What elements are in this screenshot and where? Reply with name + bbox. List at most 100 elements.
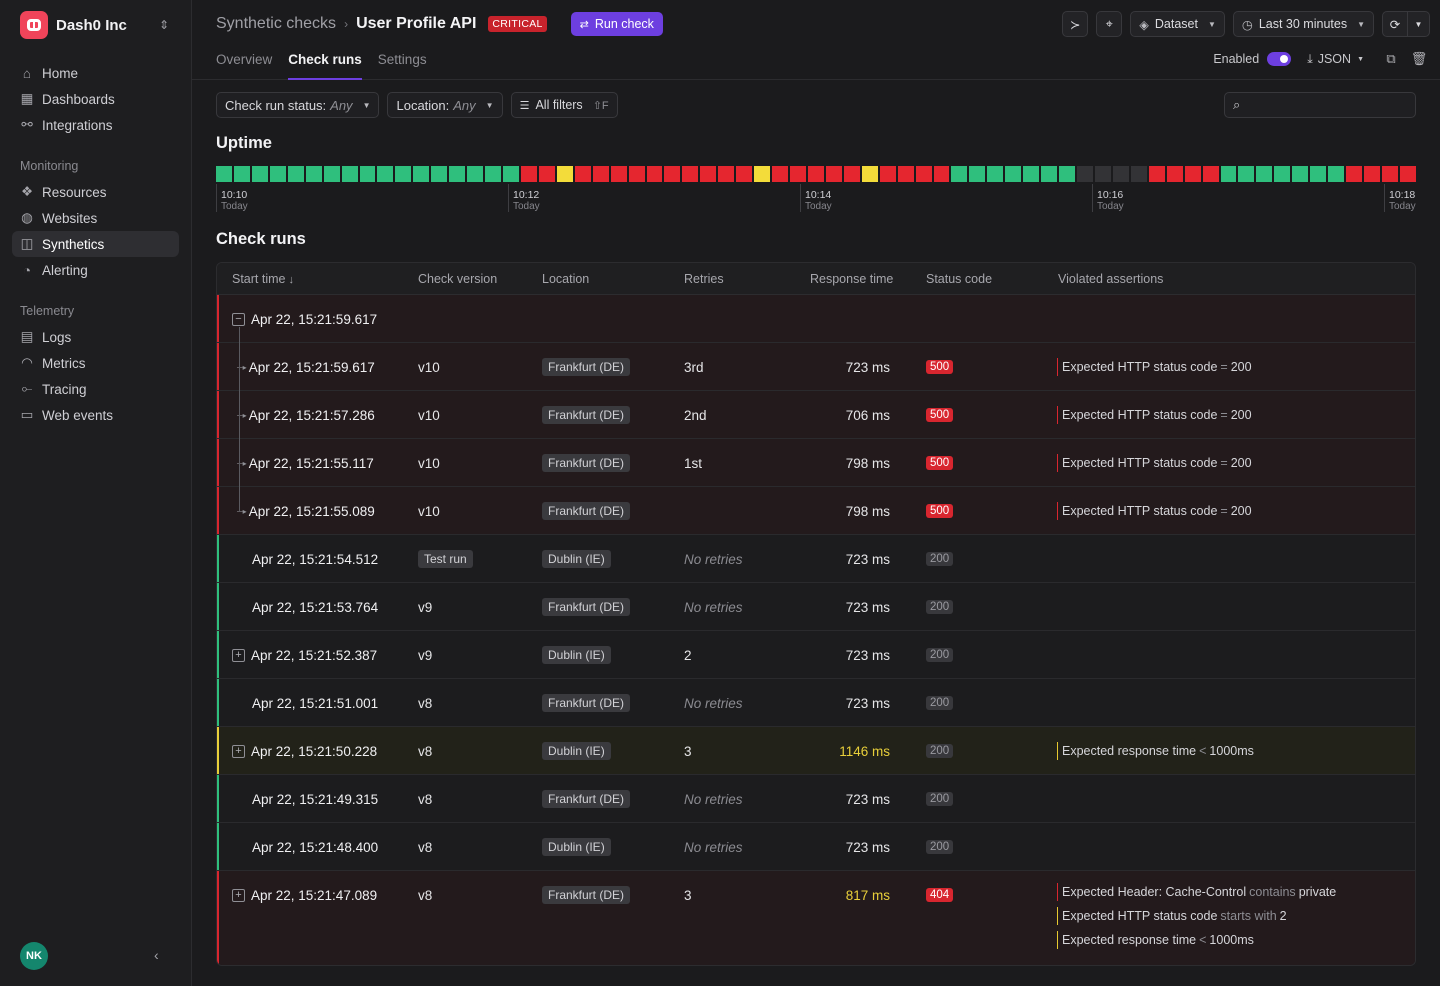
uptime-segment[interactable] — [825, 166, 842, 182]
uptime-segment[interactable] — [1005, 166, 1022, 182]
uptime-segment[interactable] — [1112, 166, 1129, 182]
column-header-check-version[interactable]: Check version — [418, 272, 497, 286]
sidebar-item-synthetics[interactable]: ◫ Synthetics — [12, 231, 179, 257]
uptime-segment[interactable] — [341, 166, 358, 182]
expand-icon[interactable]: + — [232, 744, 245, 758]
uptime-segment[interactable] — [251, 166, 268, 182]
uptime-segment[interactable] — [843, 166, 860, 182]
table-row[interactable]: + Apr 22, 15:21:52.387 v9 Dublin (IE) 2 723 m… — [217, 631, 1415, 679]
uptime-segment[interactable] — [485, 166, 501, 182]
breadcrumb-synthetic-checks[interactable]: Synthetic checks — [216, 15, 336, 33]
uptime-segment[interactable] — [1220, 166, 1237, 182]
uptime-segment[interactable] — [718, 166, 735, 182]
collapse-icon[interactable]: − — [232, 312, 245, 326]
refresh-options-button[interactable]: ▼ — [1408, 11, 1430, 37]
uptime-segment[interactable] — [1166, 166, 1183, 182]
uptime-segment[interactable] — [467, 166, 484, 182]
time-range-select[interactable]: ◷ Last 30 minutes ▼ — [1232, 11, 1374, 37]
uptime-segment[interactable] — [1399, 166, 1416, 182]
run-check-button[interactable]: ⇄ Run check — [570, 12, 663, 36]
uptime-segment[interactable] — [1077, 166, 1093, 182]
uptime-segment[interactable] — [287, 166, 304, 182]
search-input[interactable] — [1253, 96, 1403, 114]
avatar[interactable]: NK — [20, 942, 48, 970]
uptime-segment[interactable] — [1364, 166, 1380, 182]
uptime-segment[interactable] — [1023, 166, 1040, 182]
sidebar-item-dashboards[interactable]: ▦ Dashboards — [12, 86, 179, 112]
uptime-segment[interactable] — [1202, 166, 1219, 182]
status-filter[interactable]: Check run status: Any ▼ — [216, 92, 380, 118]
export-json-button[interactable]: ⤓ JSON ▼ — [1307, 52, 1364, 67]
uptime-segment[interactable] — [628, 166, 645, 182]
sidebar-item-tracing[interactable]: ⟜ Tracing — [12, 376, 179, 402]
uptime-segment[interactable] — [449, 166, 466, 182]
column-header-start-time[interactable]: Start time ↓ — [232, 272, 294, 286]
uptime-segment[interactable] — [1274, 166, 1291, 182]
uptime-segment[interactable] — [700, 166, 717, 182]
duplicate-icon[interactable]: ⧉ — [1382, 51, 1400, 67]
uptime-segment[interactable] — [520, 166, 537, 182]
table-row[interactable]: Apr 22, 15:21:53.764 v9 Frankfurt (DE) No r… — [217, 583, 1415, 631]
uptime-segment[interactable] — [305, 166, 322, 182]
uptime-segment[interactable] — [1130, 166, 1147, 182]
expand-icon[interactable]: + — [232, 888, 245, 902]
uptime-segment[interactable] — [503, 166, 519, 182]
collapse-sidebar-icon[interactable]: ‹ — [154, 947, 159, 963]
uptime-segment[interactable] — [879, 166, 896, 182]
table-row[interactable]: ─▸ Apr 22, 15:21:59.617 v10 Frankfurt (DE) 3… — [217, 343, 1415, 391]
uptime-segment[interactable] — [1059, 166, 1075, 182]
table-row[interactable]: ─▸ Apr 22, 15:21:57.286 v10 Frankfurt (DE) 2… — [217, 391, 1415, 439]
all-filters-button[interactable]: ☰ All filters ⇧F — [510, 92, 618, 118]
uptime-segment[interactable] — [1292, 166, 1309, 182]
uptime-segment[interactable] — [772, 166, 788, 182]
table-row[interactable]: Apr 22, 15:21:51.001 v8 Frankfurt (DE) No r… — [217, 679, 1415, 727]
uptime-segment[interactable] — [1310, 166, 1327, 182]
table-row[interactable]: + Apr 22, 15:21:47.089 v8 Frankfurt (DE) 3 81… — [217, 871, 1415, 965]
uptime-segment[interactable] — [807, 166, 824, 182]
uptime-segment[interactable] — [915, 166, 932, 182]
uptime-segment[interactable] — [1328, 166, 1345, 182]
uptime-segment[interactable] — [897, 166, 914, 182]
uptime-segment[interactable] — [1381, 166, 1398, 182]
uptime-segment[interactable] — [951, 166, 968, 182]
enabled-toggle[interactable] — [1267, 52, 1292, 66]
uptime-segment[interactable] — [736, 166, 753, 182]
uptime-segment[interactable] — [754, 166, 771, 182]
uptime-segment[interactable] — [431, 166, 448, 182]
sidebar-item-logs[interactable]: ▤ Logs — [12, 324, 179, 350]
uptime-segment[interactable] — [269, 166, 286, 182]
uptime-segment[interactable] — [377, 166, 394, 182]
uptime-segment[interactable] — [1238, 166, 1255, 182]
uptime-segment[interactable] — [1346, 166, 1362, 182]
uptime-segment[interactable] — [664, 166, 681, 182]
refresh-button[interactable]: ⟳ — [1382, 11, 1408, 37]
table-row[interactable]: ─▸ Apr 22, 15:21:55.117 v10 Frankfurt (DE) 1… — [217, 439, 1415, 487]
uptime-segment[interactable] — [646, 166, 663, 182]
uptime-segment[interactable] — [216, 166, 232, 182]
sidebar-item-websites[interactable]: ◍ Websites — [12, 205, 179, 231]
column-header-status-code[interactable]: Status code — [926, 272, 992, 286]
tab-check-runs[interactable]: Check runs — [288, 52, 362, 80]
uptime-segment[interactable] — [413, 166, 430, 182]
sidebar-item-home[interactable]: ⌂ Home — [12, 60, 179, 86]
uptime-segment[interactable] — [574, 166, 591, 182]
uptime-segment[interactable] — [861, 166, 878, 182]
table-row[interactable]: Apr 22, 15:21:54.512 Test run Dublin (IE) N… — [217, 535, 1415, 583]
telescope-button[interactable]: ⌖ — [1096, 11, 1123, 37]
uptime-segment[interactable] — [1148, 166, 1165, 182]
uptime-segment[interactable] — [395, 166, 412, 182]
uptime-segment[interactable] — [1256, 166, 1273, 182]
uptime-segment[interactable] — [969, 166, 986, 182]
uptime-segment[interactable] — [610, 166, 627, 182]
dataset-select[interactable]: ◈ Dataset ▼ — [1130, 11, 1225, 37]
uptime-segment[interactable] — [1094, 166, 1111, 182]
uptime-segment[interactable] — [359, 166, 376, 182]
uptime-segment[interactable] — [682, 166, 699, 182]
uptime-segment[interactable] — [933, 166, 950, 182]
uptime-segment[interactable] — [1041, 166, 1058, 182]
uptime-segment[interactable] — [233, 166, 250, 182]
sidebar-item-resources[interactable]: ❖ Resources — [12, 179, 179, 205]
org-switcher[interactable]: Dash0 Inc ⇕ — [0, 1, 191, 49]
terminal-button[interactable]: ≻ — [1062, 11, 1089, 37]
chevron-up-down-icon[interactable]: ⇕ — [157, 18, 171, 32]
